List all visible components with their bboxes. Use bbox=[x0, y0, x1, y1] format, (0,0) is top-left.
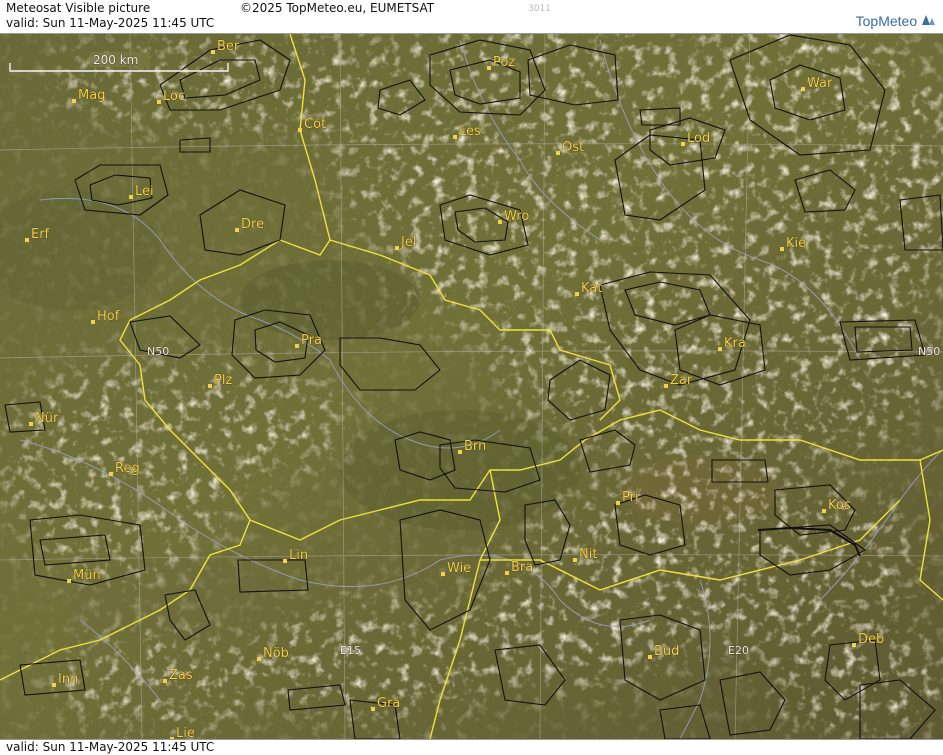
image-code: 3011 bbox=[528, 4, 551, 14]
city-dot-bra bbox=[505, 571, 509, 575]
footer-valid-time: valid: Sun 11-May-2025 11:45 UTC bbox=[6, 740, 215, 754]
city-dot-ber bbox=[211, 50, 215, 54]
city-dot-wro bbox=[498, 220, 502, 224]
city-dot-les bbox=[453, 135, 457, 139]
city-label-lin: Lin bbox=[289, 548, 308, 563]
city-dot-mun bbox=[67, 579, 71, 583]
city-dot-dre bbox=[235, 228, 239, 232]
city-dot-kie bbox=[780, 247, 784, 251]
city-label-poz: Poz bbox=[493, 55, 515, 70]
city-label-bra: Bra bbox=[511, 560, 533, 575]
city-dot-war bbox=[801, 87, 805, 91]
city-dot-wie bbox=[441, 572, 445, 576]
cloud-field bbox=[0, 34, 943, 739]
city-label-loc: Loc bbox=[163, 89, 185, 104]
city-label-inn: Inn bbox=[58, 672, 78, 687]
city-dot-ost bbox=[556, 151, 560, 155]
city-label-gra: Gra bbox=[377, 696, 400, 711]
city-label-mun: Mün bbox=[73, 568, 101, 583]
city-label-wie: Wie bbox=[447, 561, 471, 576]
city-dot-cot bbox=[298, 128, 302, 132]
topmeteo-logo[interactable]: TopMeteo bbox=[856, 13, 935, 29]
city-dot-kat bbox=[575, 292, 579, 296]
city-label-kra: Kra bbox=[724, 336, 746, 351]
city-dot-lin bbox=[283, 559, 287, 563]
scale-label: 200 km bbox=[93, 53, 138, 67]
map-header: Meteosat Visible picture ©2025 TopMeteo.… bbox=[0, 0, 943, 34]
city-dot-mag bbox=[72, 99, 76, 103]
city-dot-kos bbox=[822, 509, 826, 513]
city-label-plz: Plz bbox=[214, 373, 232, 388]
city-label-ber: Ber bbox=[217, 39, 240, 54]
valid-time: valid: Sun 11-May-2025 11:45 UTC bbox=[6, 16, 215, 30]
city-dot-zas bbox=[163, 679, 167, 683]
city-dot-loc bbox=[157, 100, 161, 104]
city-dot-lei bbox=[129, 195, 133, 199]
city-label-deb: Deb bbox=[858, 632, 884, 647]
city-dot-bud bbox=[648, 655, 652, 659]
map-footer: valid: Sun 11-May-2025 11:45 UTC bbox=[0, 739, 943, 755]
city-label-kie: Kie bbox=[786, 236, 806, 251]
city-dot-kra bbox=[718, 347, 722, 351]
city-label-zas: Zas bbox=[169, 668, 193, 683]
city-label-lei: Lei bbox=[135, 184, 154, 199]
city-dot-inn bbox=[52, 683, 56, 687]
city-label-nur: Nür bbox=[35, 411, 59, 426]
city-label-nit: Nit bbox=[579, 547, 597, 562]
city-dot-nob bbox=[257, 657, 261, 661]
city-label-bud: Bud bbox=[654, 644, 679, 659]
city-label-zar: Zar bbox=[670, 373, 693, 388]
city-dot-pra bbox=[295, 344, 299, 348]
city-label-lie: Lie bbox=[176, 726, 195, 739]
city-dot-nur bbox=[29, 422, 33, 426]
city-label-kat: Kat bbox=[581, 281, 602, 296]
grid-label-e20: E20 bbox=[728, 644, 749, 657]
logo-marks-icon bbox=[922, 15, 935, 25]
city-label-wro: Wro bbox=[504, 209, 529, 224]
product-title: Meteosat Visible picture bbox=[6, 1, 151, 15]
city-dot-nit bbox=[573, 558, 577, 562]
city-label-kos: Kos bbox=[828, 498, 851, 513]
city-dot-hof bbox=[91, 320, 95, 324]
city-label-lod: Lod bbox=[687, 131, 710, 146]
city-dot-erf bbox=[25, 238, 29, 242]
copyright-text: ©2025 TopMeteo.eu, EUMETSAT bbox=[240, 1, 435, 15]
city-dot-zar bbox=[664, 384, 668, 388]
city-label-war: War bbox=[807, 76, 833, 91]
city-dot-plz bbox=[208, 384, 212, 388]
city-label-ost: Ost bbox=[562, 140, 584, 155]
city-label-reg: Reg bbox=[115, 461, 140, 476]
city-label-pra: Pra bbox=[301, 333, 322, 348]
city-label-erf: Erf bbox=[31, 227, 50, 242]
city-dot-deb bbox=[852, 643, 856, 647]
city-label-pri: Pri bbox=[622, 490, 639, 505]
city-label-hof: Hof bbox=[97, 309, 120, 324]
city-label-cot: Cot bbox=[304, 117, 326, 132]
city-label-jel: Jel bbox=[400, 235, 416, 250]
city-dot-pri bbox=[616, 501, 620, 505]
city-dot-lod bbox=[681, 142, 685, 146]
city-dot-gra bbox=[371, 707, 375, 711]
city-label-dre: Dre bbox=[241, 217, 264, 232]
city-dot-brn bbox=[458, 450, 462, 454]
city-label-mag: Mag bbox=[78, 88, 105, 103]
grid-label-n50-east: N50 bbox=[918, 345, 940, 358]
city-label-les: Les bbox=[459, 124, 481, 139]
city-label-nob: Nöb bbox=[263, 646, 289, 661]
logo-text: TopMeteo bbox=[855, 13, 918, 29]
city-dot-poz bbox=[487, 66, 491, 70]
city-label-brn: Brn bbox=[464, 439, 486, 454]
city-dot-jel bbox=[395, 246, 399, 250]
satellite-map[interactable]: 200 km N50 N50 E15 E20 Ber Mag Loc Cot Lei Dr… bbox=[0, 34, 943, 739]
grid-label-n50-west: N50 bbox=[147, 345, 169, 358]
grid-label-e15: E15 bbox=[340, 644, 361, 657]
city-dot-reg bbox=[109, 472, 113, 476]
